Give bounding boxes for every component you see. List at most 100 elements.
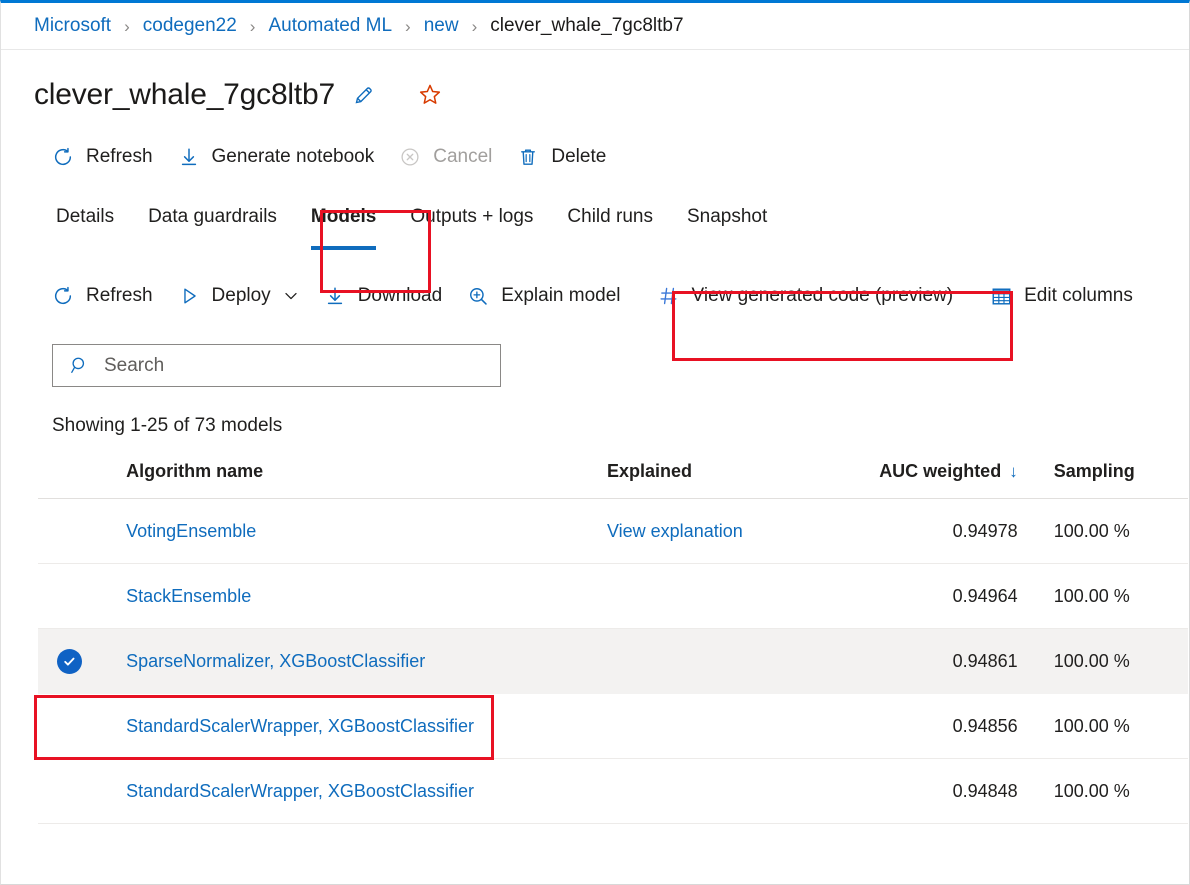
edit-columns-label: Edit columns xyxy=(1024,285,1133,307)
pencil-icon[interactable] xyxy=(351,82,377,108)
cancel-button-label: Cancel xyxy=(433,146,492,168)
row-select-cell[interactable] xyxy=(38,564,126,629)
explain-model-label: Explain model xyxy=(501,285,620,307)
deploy-button[interactable]: Deploy xyxy=(165,275,311,317)
tab-details[interactable]: Details xyxy=(39,196,131,240)
grid-refresh-button[interactable]: Refresh xyxy=(39,275,165,317)
table-row[interactable]: VotingEnsemble View explanation 0.94978 … xyxy=(38,499,1188,564)
breadcrumb-item-microsoft[interactable]: Microsoft xyxy=(34,15,111,37)
row-auc-cell: 0.94856 xyxy=(872,694,1037,759)
breadcrumb-item-current: clever_whale_7gc8ltb7 xyxy=(490,15,683,37)
row-algorithm-cell: StandardScalerWrapper, XGBoostClassifier xyxy=(126,694,607,759)
breadcrumb-item-automated-ml[interactable]: Automated ML xyxy=(268,15,392,37)
row-sampling-cell: 100.00 % xyxy=(1038,694,1188,759)
page-title: clever_whale_7gc8ltb7 xyxy=(34,78,335,112)
breadcrumb-separator-icon: › xyxy=(250,18,256,35)
models-table-body: VotingEnsemble View explanation 0.94978 … xyxy=(38,499,1188,824)
column-header-select xyxy=(38,461,126,499)
grid-refresh-label: Refresh xyxy=(86,285,153,307)
model-link[interactable]: StackEnsemble xyxy=(126,586,251,606)
refresh-button-label: Refresh xyxy=(86,146,153,168)
search-input[interactable] xyxy=(104,355,490,377)
tab-outputs-logs[interactable]: Outputs + logs xyxy=(393,196,550,240)
view-generated-code-label: View generated code (preview) xyxy=(692,285,954,307)
table-row[interactable]: StackEnsemble 0.94964 100.00 % xyxy=(38,564,1188,629)
tab-snapshot[interactable]: Snapshot xyxy=(670,196,784,240)
refresh-button[interactable]: Refresh xyxy=(39,136,165,178)
generate-notebook-label: Generate notebook xyxy=(212,146,375,168)
row-select-cell[interactable] xyxy=(38,629,126,694)
zoom-in-icon xyxy=(466,284,490,308)
column-header-sampling[interactable]: Sampling xyxy=(1038,461,1188,499)
download-icon xyxy=(323,284,347,308)
tab-models[interactable]: Models xyxy=(294,196,393,240)
chevron-down-icon[interactable] xyxy=(283,288,299,304)
row-algorithm-cell: SparseNormalizer, XGBoostClassifier xyxy=(126,629,607,694)
models-table: Algorithm name Explained AUC weighted↓ S… xyxy=(38,461,1188,824)
model-link[interactable]: SparseNormalizer, XGBoostClassifier xyxy=(126,651,425,671)
row-explained-cell xyxy=(607,759,872,824)
table-row-selected[interactable]: SparseNormalizer, XGBoostClassifier 0.94… xyxy=(38,629,1188,694)
models-table-header: Algorithm name Explained AUC weighted↓ S… xyxy=(38,461,1188,499)
row-explained-cell: View explanation xyxy=(607,499,872,564)
row-auc-cell: 0.94848 xyxy=(872,759,1037,824)
row-auc-cell: 0.94861 xyxy=(872,629,1037,694)
edit-columns-button[interactable]: Edit columns xyxy=(977,275,1145,317)
cancel-button: Cancel xyxy=(386,136,504,178)
row-sampling-cell: 100.00 % xyxy=(1038,564,1188,629)
app-page: Microsoft › codegen22 › Automated ML › n… xyxy=(0,0,1190,885)
explain-model-button[interactable]: Explain model xyxy=(454,275,632,317)
row-select-cell[interactable] xyxy=(38,499,126,564)
table-columns-icon xyxy=(989,284,1013,308)
tab-child-runs[interactable]: Child runs xyxy=(550,196,670,240)
breadcrumb-separator-icon: › xyxy=(472,18,478,35)
search-box[interactable] xyxy=(52,344,501,387)
table-header-row: Algorithm name Explained AUC weighted↓ S… xyxy=(38,461,1188,499)
hash-icon xyxy=(657,284,681,308)
row-explained-cell xyxy=(607,629,872,694)
tab-data-guardrails[interactable]: Data guardrails xyxy=(131,196,294,240)
model-link[interactable]: VotingEnsemble xyxy=(126,521,256,541)
row-auc-cell: 0.94978 xyxy=(872,499,1037,564)
model-link[interactable]: StandardScalerWrapper, XGBoostClassifier xyxy=(126,716,474,736)
download-button-label: Download xyxy=(358,285,443,307)
column-header-algorithm-name[interactable]: Algorithm name xyxy=(126,461,607,499)
results-count: Showing 1-25 of 73 models xyxy=(52,415,1189,437)
breadcrumb-item-new[interactable]: new xyxy=(424,15,459,37)
row-algorithm-cell: VotingEnsemble xyxy=(126,499,607,564)
breadcrumb-separator-icon: › xyxy=(124,18,130,35)
selected-check-icon xyxy=(57,649,82,674)
search-icon xyxy=(69,355,90,376)
column-header-auc-weighted[interactable]: AUC weighted↓ xyxy=(872,461,1037,499)
view-explanation-link[interactable]: View explanation xyxy=(607,521,743,541)
delete-button[interactable]: Delete xyxy=(504,136,618,178)
column-header-explained[interactable]: Explained xyxy=(607,461,872,499)
title-row: clever_whale_7gc8ltb7 xyxy=(1,63,1189,126)
row-select-cell[interactable] xyxy=(38,694,126,759)
cancel-circle-icon xyxy=(398,145,422,169)
table-row[interactable]: StandardScalerWrapper, XGBoostClassifier… xyxy=(38,694,1188,759)
generate-notebook-button[interactable]: Generate notebook xyxy=(165,136,387,178)
download-icon xyxy=(177,145,201,169)
row-algorithm-cell: StackEnsemble xyxy=(126,564,607,629)
sort-descending-icon: ↓ xyxy=(1009,462,1018,481)
delete-button-label: Delete xyxy=(551,146,606,168)
deploy-button-label: Deploy xyxy=(212,285,271,307)
row-algorithm-cell: StandardScalerWrapper, XGBoostClassifier xyxy=(126,759,607,824)
row-auc-cell: 0.94964 xyxy=(872,564,1037,629)
view-generated-code-button[interactable]: View generated code (preview) xyxy=(645,275,966,317)
table-row[interactable]: StandardScalerWrapper, XGBoostClassifier… xyxy=(38,759,1188,824)
row-explained-cell xyxy=(607,694,872,759)
breadcrumb-item-codegen22[interactable]: codegen22 xyxy=(143,15,237,37)
row-select-cell[interactable] xyxy=(38,759,126,824)
row-sampling-cell: 100.00 % xyxy=(1038,499,1188,564)
tab-list: Details Data guardrails Models Outputs +… xyxy=(1,196,1189,256)
refresh-icon xyxy=(51,284,75,308)
model-link[interactable]: StandardScalerWrapper, XGBoostClassifier xyxy=(126,781,474,801)
download-button[interactable]: Download xyxy=(311,275,455,317)
star-icon[interactable] xyxy=(417,82,443,108)
refresh-icon xyxy=(51,145,75,169)
row-sampling-cell: 100.00 % xyxy=(1038,629,1188,694)
row-explained-cell xyxy=(607,564,872,629)
row-sampling-cell: 100.00 % xyxy=(1038,759,1188,824)
